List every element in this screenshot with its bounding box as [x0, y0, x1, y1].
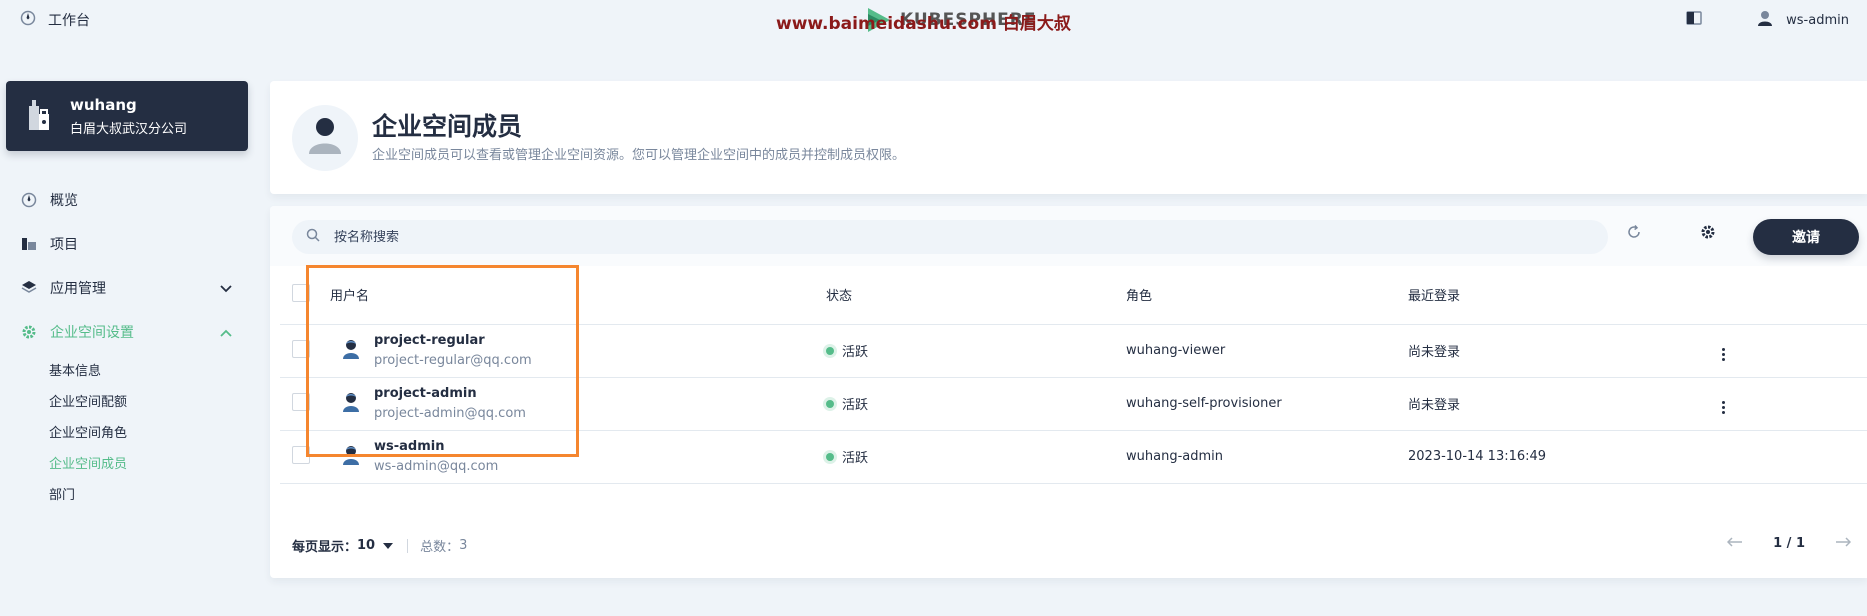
sidebar-item-quotas[interactable]: 企业空间配额 [49, 385, 240, 416]
search-input[interactable] [334, 229, 1334, 245]
workspace-icon [26, 96, 52, 136]
arrow-left-icon[interactable] [1727, 536, 1743, 551]
status-text: 活跃 [842, 451, 869, 466]
sidebar-item-app-management[interactable]: 应用管理 [20, 266, 240, 310]
layers-icon [20, 280, 38, 296]
role-cell: wuhang-self-provisioner [1126, 377, 1408, 431]
user-menu[interactable]: ws-admin [1758, 10, 1849, 30]
per-page-select[interactable]: 10 [357, 538, 394, 553]
column-header-username[interactable]: 用户名 [330, 266, 826, 325]
page-title: 企业空间成员 [372, 112, 523, 141]
last-login-cell: 尚未登录 [1408, 324, 1722, 378]
user-name[interactable]: ws-admin [374, 439, 498, 454]
row-checkbox[interactable] [292, 445, 310, 464]
sidebar-item-workspace-settings[interactable]: 企业空间设置 [20, 310, 240, 354]
refresh-icon[interactable] [1626, 224, 1642, 244]
layout-toggle-icon[interactable] [1686, 11, 1702, 29]
user-avatar-icon [342, 445, 360, 469]
search-icon [306, 228, 320, 246]
pagination-right: 1 / 1 [1727, 536, 1852, 551]
dashboard-icon [20, 192, 38, 208]
dashboard-icon [20, 10, 36, 30]
sidebar-nav: 概览 项目 应用管理 企业空间设置 基本信息 企业空间配额 企业空间角色 企业空… [20, 178, 240, 509]
row-checkbox[interactable] [292, 392, 310, 411]
status-dot [826, 346, 834, 355]
total-value: 3 [459, 538, 468, 553]
per-page-value: 10 [357, 538, 376, 553]
chevron-down-icon [220, 281, 232, 297]
pagination-left: 每页显示： 10 总数： 3 [292, 536, 467, 555]
workspace-description: 白眉大叔武汉分公司 [70, 121, 188, 137]
total-label: 总数： [420, 540, 460, 555]
workspace-card[interactable]: wuhang 白眉大叔武汉分公司 [6, 81, 248, 151]
sidebar-item-label: 概览 [50, 193, 78, 209]
top-bar: 工作台 KUBESPHERE www.baimeidashu.com 白眉大叔 … [0, 0, 1867, 40]
user-name[interactable]: project-regular [374, 333, 532, 348]
sidebar-item-departments[interactable]: 部门 [49, 478, 240, 509]
column-header-last-login[interactable]: 最近登录 [1408, 266, 1722, 325]
user-avatar-icon [342, 392, 360, 416]
sidebar-item-projects[interactable]: 项目 [20, 222, 240, 266]
user-name[interactable]: project-admin [374, 386, 526, 401]
sidebar-item-members[interactable]: 企业空间成员 [49, 447, 240, 478]
last-login-cell: 尚未登录 [1408, 377, 1722, 431]
column-header-role[interactable]: 角色 [1126, 266, 1408, 325]
sidebar-item-label: 应用管理 [50, 281, 106, 297]
invite-button[interactable]: 邀请 [1753, 219, 1859, 255]
page-description: 企业空间成员可以查看或管理企业空间资源。您可以管理企业空间中的成员并控制成员权限… [372, 148, 906, 163]
sidebar-item-basic-info[interactable]: 基本信息 [49, 354, 240, 385]
user-name: ws-admin [1786, 12, 1849, 28]
more-actions-icon[interactable] [1722, 348, 1725, 361]
sidebar-item-label: 企业空间设置 [50, 325, 134, 341]
role-cell: wuhang-admin [1126, 430, 1408, 484]
workbench-link[interactable]: 工作台 [20, 10, 90, 30]
members-panel: 邀请 用户名 状态 角色 最近登录 [270, 206, 1867, 578]
status-dot [826, 399, 834, 408]
table-row[interactable]: ws-admin ws-admin@qq.com 活跃 wuhang-admin… [280, 430, 1867, 484]
status-text: 活跃 [842, 345, 869, 360]
watermark-text: www.baimeidashu.com 白眉大叔 [776, 14, 1071, 34]
members-avatar [292, 105, 358, 171]
caret-down-icon [383, 538, 394, 553]
role-cell: wuhang-viewer [1126, 324, 1408, 378]
row-checkbox[interactable] [292, 339, 310, 358]
user-email: project-admin@qq.com [374, 406, 526, 421]
last-login-cell: 2023-10-14 13:16:49 [1408, 430, 1722, 484]
user-icon [1758, 10, 1773, 30]
workbench-label: 工作台 [48, 13, 90, 29]
user-email: ws-admin@qq.com [374, 459, 499, 474]
arrow-right-icon[interactable] [1835, 536, 1852, 551]
sidebar-item-label: 项目 [50, 237, 78, 253]
table-toolbar: 邀请 [270, 206, 1867, 266]
settings-submenu: 基本信息 企业空间配额 企业空间角色 企业空间成员 部门 [20, 354, 240, 509]
search-box[interactable] [292, 220, 1608, 254]
sidebar-item-roles[interactable]: 企业空间角色 [49, 416, 240, 447]
gear-icon[interactable] [1700, 224, 1716, 244]
divider [407, 538, 409, 553]
table-row[interactable]: project-regular project-regular@qq.com 活… [280, 324, 1867, 378]
page-indicator: 1 / 1 [1773, 536, 1805, 551]
sidebar-item-overview[interactable]: 概览 [20, 178, 240, 222]
user-email: project-regular@qq.com [374, 353, 532, 368]
user-avatar-icon [342, 339, 360, 363]
per-page-label: 每页显示： [292, 540, 358, 555]
column-header-status[interactable]: 状态 [826, 266, 1126, 325]
select-all-checkbox[interactable] [292, 283, 310, 302]
members-table: 用户名 状态 角色 最近登录 project-regular project-r… [280, 266, 1867, 484]
table-header-row: 用户名 状态 角色 最近登录 [280, 266, 1867, 325]
user-icon [308, 116, 342, 160]
page-banner: 企业空间成员 企业空间成员可以查看或管理企业空间资源。您可以管理企业空间中的成员… [270, 81, 1867, 194]
table-row[interactable]: project-admin project-admin@qq.com 活跃 wu… [280, 377, 1867, 431]
status-text: 活跃 [842, 398, 869, 413]
status-dot [826, 452, 834, 461]
gear-icon [20, 324, 38, 340]
project-icon [20, 237, 38, 251]
workspace-name: wuhang [70, 95, 137, 114]
more-actions-icon[interactable] [1722, 401, 1725, 414]
chevron-up-icon [220, 325, 232, 341]
